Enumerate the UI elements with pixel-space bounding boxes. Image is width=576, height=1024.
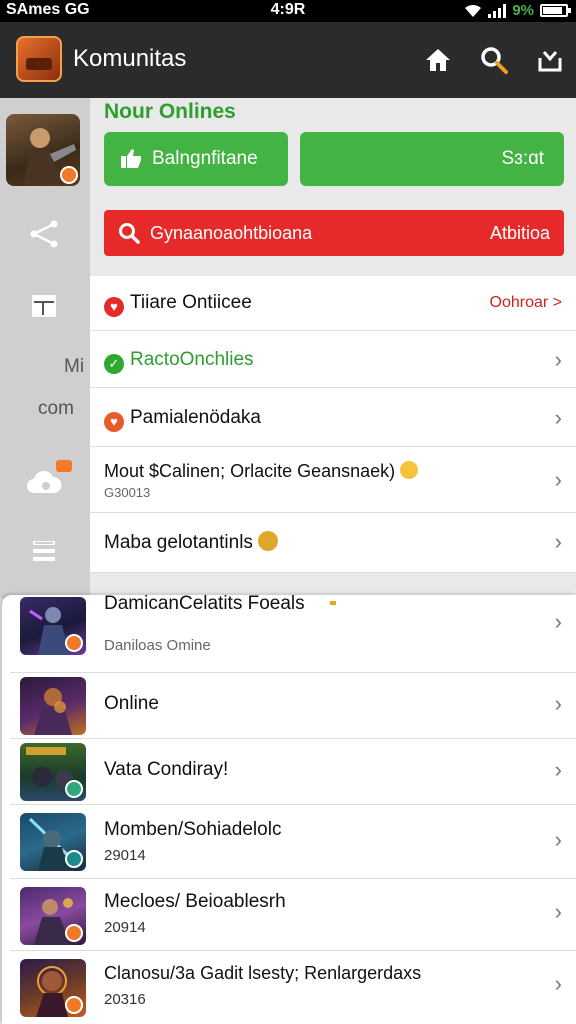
game-subtitle: 20316 [104,991,146,1008]
inbox-icon[interactable] [534,44,566,76]
alert-dot-icon: ♥ [104,297,124,317]
battery-percent: 9% [512,2,534,19]
game-title: Mecloes/ Beioablesrh [104,891,286,912]
hero-art-icon [34,688,72,735]
sparkle-icon [330,601,336,605]
list-item-text: Maba gelotantinls [104,532,253,553]
game-list-item[interactable]: Mecloes/ Beioablesrh 20914 › [10,879,576,951]
game-thumbnail [20,743,86,801]
list-item-text: RactoOnchlies [130,349,254,370]
game-list-item[interactable]: Momben/Sohiadelolc 29014 › [10,805,576,879]
list-item-title: ♥ Pamialenödaka [104,407,261,432]
battery-icon [540,4,571,17]
game-thumbnail [20,887,86,945]
avatar-badge [60,166,78,184]
chevron-right-icon: › [554,467,562,492]
game-title: Online [104,693,159,714]
game-list-item[interactable]: Clanosu/3a Gadit lsesty; Renlargerdaxs 2… [10,951,576,1024]
thumb-badge [65,780,83,798]
list-item-title: Maba gelotantinls [104,531,279,554]
game-thumbnail [20,597,86,655]
chevron-right-icon: › [554,971,562,996]
game-title: Momben/Sohiadelolc [104,819,282,840]
side-rail: Mi com [0,98,90,598]
section-header: Nour Onlines [104,100,236,123]
game-title: DamicanCelatits Foeals [104,593,305,614]
search-icon[interactable] [478,44,510,76]
thumb-badge [65,996,83,1014]
chevron-right-icon: › [554,691,562,716]
chevron-right-icon: › [554,609,562,634]
app-bar: Komunitas [0,22,576,98]
list-item-trailing[interactable]: Oohroar > [490,294,562,312]
list-item[interactable]: ♥ Tiiare Ontiicee Oohroar > [90,276,576,331]
list-item-title: Mout $Calinen; Orlacite Geansnaek) [104,461,419,482]
game-subtitle: 20914 [104,919,146,936]
game-list-sheet: DamicanCelatits Foeals Daniloas Omine › … [2,593,576,1024]
share-icon[interactable] [24,214,64,254]
chevron-right-icon: › [554,405,562,430]
game-thumbnail [20,677,86,735]
wifi-icon [465,4,482,17]
list-item[interactable]: Maba gelotantinls › [90,513,576,573]
list-item-text: Tiiare Ontiicee [130,292,252,313]
layout-icon[interactable] [24,286,64,326]
notification-badge [56,460,72,472]
rail-bg-text-2: com [38,398,74,419]
thumb-badge [65,850,83,868]
list-item-subtitle: G30013 [104,485,151,500]
chevron-right-icon: › [554,757,562,782]
game-avatar[interactable] [6,114,80,186]
game-title: Clanosu/3a Gadit lsesty; Renlargerdaxs [104,963,422,983]
primary-green-button[interactable]: Balngnfitane [104,132,288,186]
status-bar: SAmes GG 4:9R 9% [0,0,576,22]
list-item-text: Pamialenödaka [130,407,261,428]
thumbs-up-icon [120,148,142,174]
game-subtitle: 29014 [104,847,146,864]
chevron-right-icon: › [554,827,562,852]
home-icon[interactable] [422,44,454,76]
game-list-item[interactable]: Online › [10,673,576,739]
signal-icon [488,3,507,18]
chevron-right-icon: › [554,529,562,554]
list-item[interactable]: ♥ Pamialenödaka › [90,388,576,447]
battery-fill [543,7,562,14]
secondary-green-label: Sɜ:ɑt [501,148,544,169]
primary-green-label: Balngnfitane [152,148,258,169]
heart-dot-icon: ♥ [104,412,124,432]
thumb-badge [65,634,83,652]
search-bar-button[interactable]: Gynaanoaohtbioana Atbitioa [104,210,564,256]
emoji-icon [258,531,279,551]
rail-bg-text-1: Mi [64,356,85,377]
search-icon [118,222,140,249]
search-bar-action: Atbitioa [489,223,550,243]
app-title: Komunitas [73,45,187,72]
chevron-right-icon: › [554,899,562,924]
secondary-green-button[interactable]: Sɜ:ɑt [300,132,564,186]
list-item[interactable]: ✓ RactoOnchlies › [90,331,576,388]
list-item-text: Mout $Calinen; Orlacite Geansnaek) [104,461,396,481]
game-subtitle: Daniloas Omine [104,637,211,654]
thumb-badge [65,924,83,942]
community-list: ♥ Tiiare Ontiicee Oohroar > ✓ RactoOnchlie… [90,276,576,573]
game-thumbnail [20,959,86,1017]
check-dot-icon: ✓ [104,354,124,374]
smiley-icon [400,461,419,479]
game-thumbnail [20,813,86,871]
list-item-title: ♥ Tiiare Ontiicee [104,292,252,317]
app-logo[interactable] [16,36,62,82]
list-item[interactable]: Mout $Calinen; Orlacite Geansnaek) G3001… [90,447,576,513]
list-item-title: ✓ RactoOnchlies [104,349,254,374]
search-bar-label: Gynaanoaohtbioana [150,223,313,243]
chevron-right-icon: › [554,347,562,372]
game-title: Vata Condiray! [104,759,229,780]
game-list-item[interactable]: Vata Condiray! › [10,739,576,805]
game-list-item[interactable]: DamicanCelatits Foeals Daniloas Omine › [10,593,576,673]
list-icon[interactable] [24,532,64,572]
